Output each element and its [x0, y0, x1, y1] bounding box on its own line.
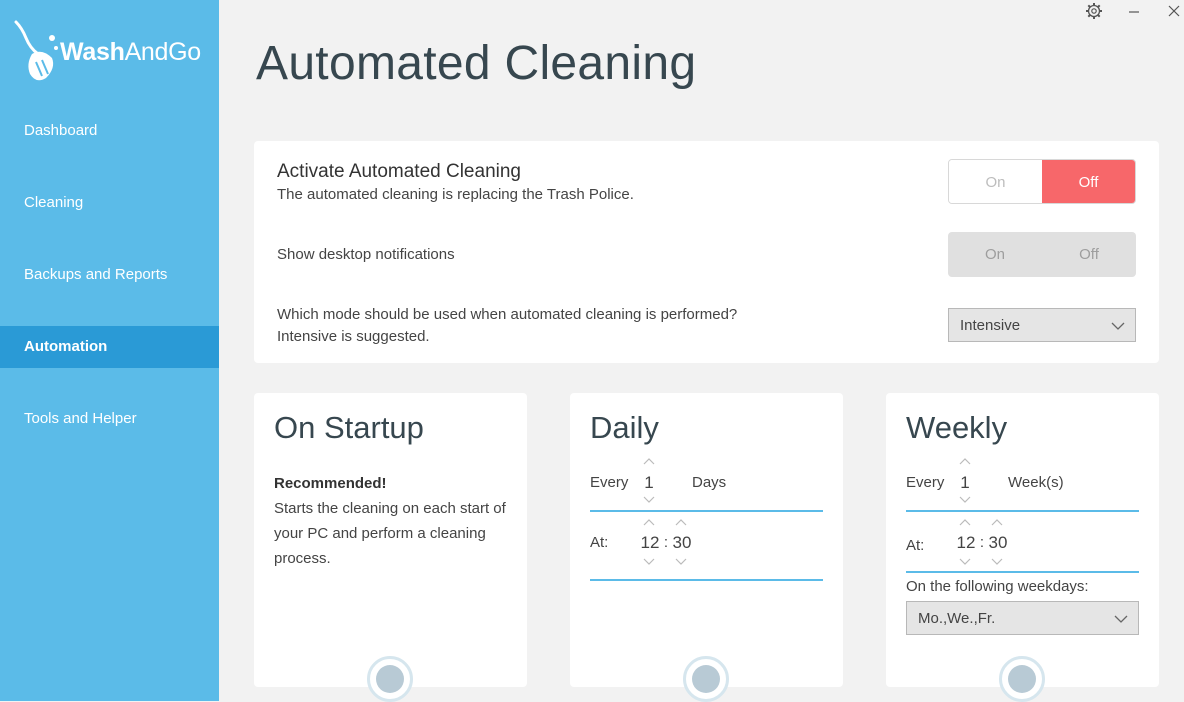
daily-time-separator: :	[663, 534, 669, 551]
chevron-down-icon[interactable]	[991, 558, 1003, 566]
weekly-unit: Week(s)	[1008, 474, 1064, 491]
weekly-at-label: At:	[906, 537, 925, 554]
weekly-hour-input[interactable]: 12	[954, 533, 978, 553]
chevron-up-icon[interactable]	[675, 518, 687, 526]
daily-at-label: At:	[590, 534, 609, 551]
daily-radio[interactable]	[683, 656, 729, 702]
weekly-title: Weekly	[906, 410, 1008, 445]
weekdays-select[interactable]: Mo.,We.,Fr.	[906, 601, 1139, 635]
settings-panel: Activate Automated Cleaning The automate…	[254, 141, 1159, 363]
chevron-down-icon[interactable]	[959, 558, 971, 566]
startup-text: Starts the cleaning on each start of you…	[274, 500, 506, 567]
chevron-up-icon[interactable]	[959, 457, 971, 465]
divider	[906, 571, 1139, 573]
chevron-up-icon[interactable]	[643, 457, 655, 465]
notifications-label: Show desktop notifications	[277, 246, 455, 263]
sidebar: WashAndGo Dashboard Cleaning Backups and…	[0, 0, 219, 701]
mode-select-value: Intensive	[960, 317, 1021, 334]
startup-radio[interactable]	[367, 656, 413, 702]
notifications-toggle[interactable]: On Off	[948, 232, 1136, 277]
notifications-on-option[interactable]: On	[948, 232, 1042, 277]
startup-card[interactable]: On Startup Recommended! Starts the clean…	[254, 393, 527, 702]
sidebar-item-dashboard[interactable]: Dashboard	[0, 110, 219, 152]
app-logo: WashAndGo	[12, 18, 212, 84]
chevron-down-icon[interactable]	[643, 496, 655, 504]
sidebar-item-backups-and-reports[interactable]: Backups and Reports	[0, 254, 219, 296]
activate-off-option[interactable]: Off	[1042, 160, 1135, 203]
weekly-time-separator: :	[979, 534, 985, 551]
chevron-up-icon[interactable]	[991, 518, 1003, 526]
daily-card[interactable]: Daily Every 1 Days At: 12 : 30	[570, 393, 843, 702]
divider	[590, 579, 823, 581]
minimize-icon[interactable]	[1122, 2, 1146, 20]
weekly-every-input[interactable]: 1	[956, 473, 974, 493]
mode-select[interactable]: Intensive	[948, 308, 1136, 342]
chevron-down-icon[interactable]	[675, 558, 687, 566]
chevron-up-icon[interactable]	[643, 518, 655, 526]
divider	[590, 510, 823, 512]
daily-every-input[interactable]: 1	[640, 473, 658, 493]
daily-minute-input[interactable]: 30	[670, 533, 694, 553]
daily-hour-input[interactable]: 12	[638, 533, 662, 553]
chevron-down-icon[interactable]	[959, 496, 971, 504]
weekly-radio[interactable]	[999, 656, 1045, 702]
mode-hint: Intensive is suggested.	[277, 328, 430, 345]
app-name: WashAndGo	[60, 38, 201, 66]
activate-title: Activate Automated Cleaning	[277, 161, 521, 182]
startup-recommended: Recommended!	[274, 475, 387, 492]
weekly-minute-input[interactable]: 30	[986, 533, 1010, 553]
chevron-down-icon[interactable]	[643, 558, 655, 566]
sidebar-item-tools-and-helper[interactable]: Tools and Helper	[0, 398, 219, 440]
weekdays-label: On the following weekdays:	[906, 578, 1089, 595]
weekdays-select-value: Mo.,We.,Fr.	[918, 610, 996, 627]
divider	[906, 510, 1139, 512]
sidebar-item-automation[interactable]: Automation	[0, 326, 219, 368]
page-title: Automated Cleaning	[256, 37, 697, 90]
daily-every-label: Every	[590, 474, 629, 491]
sidebar-item-cleaning[interactable]: Cleaning	[0, 182, 219, 224]
notifications-off-option[interactable]: Off	[1042, 232, 1136, 277]
daily-title: Daily	[590, 410, 659, 445]
activate-toggle[interactable]: On Off	[948, 159, 1136, 204]
activate-description: The automated cleaning is replacing the …	[277, 186, 634, 203]
daily-unit: Days	[692, 474, 727, 491]
chevron-down-icon	[1114, 615, 1128, 623]
chevron-down-icon	[1111, 322, 1125, 330]
chevron-up-icon[interactable]	[959, 518, 971, 526]
startup-description: Recommended! Starts the cleaning on each…	[274, 471, 514, 571]
close-icon[interactable]	[1162, 2, 1184, 20]
gear-icon[interactable]	[1082, 2, 1106, 20]
weekly-every-label: Every	[906, 474, 945, 491]
broom-icon	[14, 20, 58, 81]
activate-on-option[interactable]: On	[949, 160, 1042, 203]
weekly-card[interactable]: Weekly Every 1 Week(s) At: 12 : 30 On th…	[886, 393, 1159, 702]
mode-question: Which mode should be used when automated…	[277, 306, 738, 323]
startup-title: On Startup	[274, 410, 424, 445]
